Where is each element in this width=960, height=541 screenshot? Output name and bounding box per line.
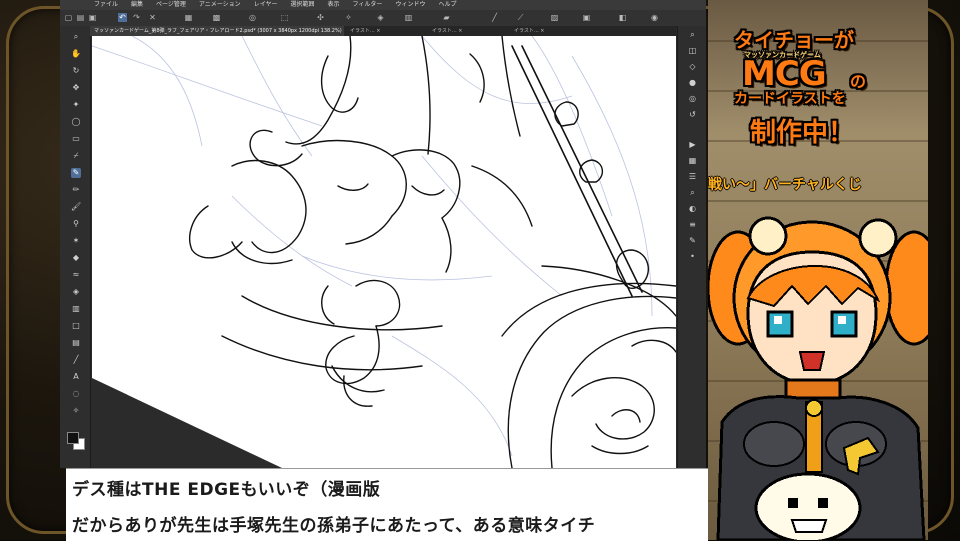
clear-icon[interactable]: ✕: [148, 13, 157, 22]
ruler-snap-icon[interactable]: ⟋: [516, 13, 525, 22]
subtitle-line-1: デス種はTHE EDGEもいいぞ（漫画版: [72, 480, 381, 500]
search-layer-icon[interactable]: ⌕: [687, 188, 698, 198]
snap-icon[interactable]: ✣: [316, 13, 325, 22]
color-icon[interactable]: ●: [687, 78, 698, 88]
lasso-icon[interactable]: ◯: [71, 117, 81, 127]
reference-icon[interactable]: ◉: [650, 13, 659, 22]
title-line-1: タイチョーが: [734, 28, 854, 52]
auto-action-icon[interactable]: ▶: [687, 140, 698, 150]
image-icon[interactable]: ▨: [550, 13, 559, 22]
photo-icon[interactable]: ▣: [582, 13, 591, 22]
tool-property-icon[interactable]: ✎: [687, 236, 698, 246]
ruler-icon[interactable]: ╱: [71, 355, 81, 365]
open-file-icon[interactable]: ▤: [76, 13, 85, 22]
main-color-swatch[interactable]: [67, 432, 79, 444]
title-small-caption: マッソァンカードゲーム: [744, 51, 821, 59]
scrolling-ticker: 戦い〜」バーチャルくじ: [708, 177, 862, 193]
fill-command-icon[interactable]: ▩: [212, 13, 221, 22]
material-icon[interactable]: ◇: [687, 62, 698, 72]
selection-icon[interactable]: ▭: [71, 134, 81, 144]
gradient-icon[interactable]: ▥: [71, 304, 81, 314]
layers-icon[interactable]: ☰: [687, 172, 698, 182]
layer-color-icon[interactable]: ◧: [618, 13, 627, 22]
drawing-canvas[interactable]: [92, 36, 676, 468]
blend-icon[interactable]: ≈: [71, 270, 81, 280]
pen-icon[interactable]: ✎: [71, 168, 81, 178]
line-straighten-icon[interactable]: ╱: [490, 13, 499, 22]
airbrush-icon[interactable]: ⚲: [71, 219, 81, 229]
figure-icon[interactable]: □: [71, 321, 81, 331]
history-icon[interactable]: ↺: [687, 110, 698, 120]
menu-item[interactable]: ページ管理: [156, 1, 186, 8]
color-slider-icon[interactable]: ≡: [687, 220, 698, 230]
tool-palette: ⌕ ✋ ↻ ✥ ✦ ◯ ▭ ⌿ ✎ ✏ 🖌 ⚲ ✶ ◆ ≈ ◈ ▥ □ ▤ ╱ A ◌ ✧: [60, 26, 91, 468]
menu-item[interactable]: アニメーション: [199, 1, 241, 8]
snap-special-icon[interactable]: ✧: [344, 13, 353, 22]
document-tab[interactable]: イラスト... ×: [428, 26, 508, 36]
fill-icon[interactable]: ◈: [71, 287, 81, 297]
menu-item[interactable]: フィルター: [353, 1, 383, 8]
sub-view-icon[interactable]: ◫: [687, 46, 698, 56]
menu-item[interactable]: ウィンドウ: [395, 1, 425, 8]
animation-icon[interactable]: ◐: [687, 204, 698, 214]
lineart-drawing: [92, 36, 676, 468]
redo-icon[interactable]: ↷: [132, 13, 141, 22]
document-tab[interactable]: マッソァンカードゲーム_第8弾_ラフ_フェアリア・フレアロード2.psd* (3…: [90, 26, 344, 36]
item-bank-icon[interactable]: ▦: [687, 156, 698, 166]
navigator-icon[interactable]: ⌕: [687, 30, 698, 40]
select-all-icon[interactable]: ⬚: [280, 13, 289, 22]
title-line-3: カードイラストを: [734, 91, 846, 107]
wand-icon[interactable]: ✦: [71, 100, 81, 110]
balloon-icon[interactable]: ◌: [71, 389, 81, 399]
menu-bar: ファイル 編集 ページ管理 アニメーション レイヤー 選択範囲 表示 フィルター ウィンドウ ヘル…: [60, 0, 706, 10]
frame-icon[interactable]: ▤: [71, 338, 81, 348]
document-tab[interactable]: イラスト... ×: [510, 26, 590, 36]
brush-icon[interactable]: 🖌: [71, 202, 81, 212]
stream-title: タイチョーが MCG マッソァンカードゲーム の カードイラストを 制作中！: [722, 20, 922, 160]
hand-icon[interactable]: ✋: [71, 49, 81, 59]
menu-item[interactable]: 選択範囲: [291, 1, 315, 8]
menu-item[interactable]: 表示: [328, 1, 340, 8]
document-tab[interactable]: イラスト... ×: [346, 26, 426, 36]
correct-line-icon[interactable]: ✧: [71, 406, 81, 416]
decoration-icon[interactable]: ✶: [71, 236, 81, 246]
document-tabs: マッソァンカードゲーム_第8弾_ラフ_フェアリア・フレアロード2.psd* (3…: [90, 26, 676, 36]
move-icon[interactable]: ✥: [71, 83, 81, 93]
brush-size-icon[interactable]: •: [687, 252, 698, 262]
rotate-icon[interactable]: ↻: [71, 66, 81, 76]
title-line-2-suffix: の: [850, 72, 867, 91]
bucket-icon[interactable]: ◈: [376, 13, 385, 22]
subtitle-box: デス種はTHE EDGEもいいぞ（漫画版 だからありが先生は手塚先生の孫弟子にあ…: [66, 468, 708, 541]
pixel-avatar: [708, 216, 928, 540]
eyedropper-icon[interactable]: ⌿: [71, 151, 81, 161]
menu-item[interactable]: ファイル: [94, 1, 118, 8]
save-icon[interactable]: ▣: [88, 13, 97, 22]
menu-item[interactable]: 編集: [131, 1, 143, 8]
undo-icon[interactable]: ↶: [118, 13, 127, 22]
stream-side-panel: タイチョーが MCG マッソァンカードゲーム の カードイラストを 制作中！ 戦…: [708, 0, 928, 540]
title-line-4: 制作中！: [750, 118, 855, 148]
deselect-icon[interactable]: ◎: [248, 13, 257, 22]
text-icon[interactable]: A: [71, 372, 81, 382]
right-panel-icons: ⌕ ◫ ◇ ● ◎ ↺ ▶ ▦ ☰ ⌕ ◐ ≡ ✎ •: [677, 26, 706, 468]
clip-studio-window: ファイル 編集 ページ管理 アニメーション レイヤー 選択範囲 表示 フィルター ウィンドウ ヘル…: [60, 0, 706, 468]
command-bar: ▢ ▤ ▣ ↶ ↷ ✕ ▦ ▩ ◎ ⬚ ✣ ✧ ◈ ▥ ▰ ╱ ⟋ ▨ ▣ ◧ …: [60, 10, 706, 27]
fill-toggle-icon[interactable]: ▰: [442, 13, 451, 22]
new-file-icon[interactable]: ▢: [64, 13, 73, 22]
menu-item[interactable]: ヘルプ: [438, 1, 456, 8]
grid-icon[interactable]: ▥: [404, 13, 413, 22]
layer-property-icon[interactable]: ◎: [687, 94, 698, 104]
menu-item[interactable]: レイヤー: [254, 1, 278, 8]
eraser-icon[interactable]: ◆: [71, 253, 81, 263]
pencil-icon[interactable]: ✏: [71, 185, 81, 195]
subtitle-line-2: だからありが先生は手塚先生の孫弟子にあたって、ある意味タイチ: [72, 516, 596, 536]
transform-icon[interactable]: ▦: [184, 13, 193, 22]
zoom-icon[interactable]: ⌕: [71, 32, 81, 42]
